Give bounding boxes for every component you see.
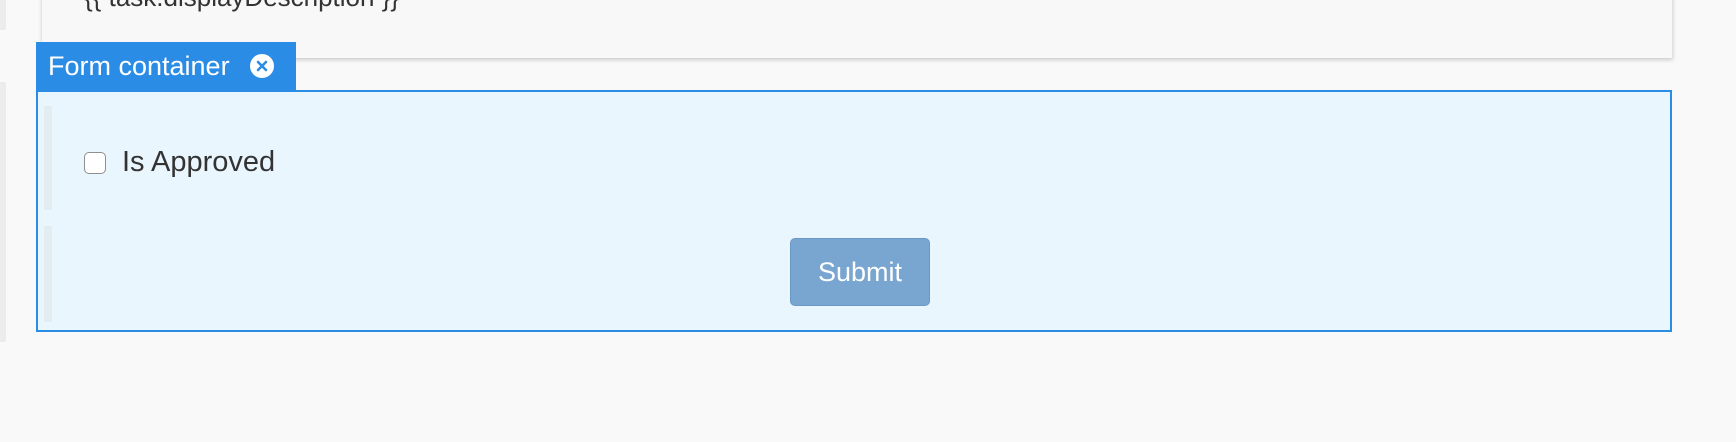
is-approved-label: Is Approved <box>122 146 276 178</box>
row-drag-strip <box>44 226 52 322</box>
left-rail-top <box>0 0 6 30</box>
form-container-tab: Form container <box>36 42 296 90</box>
close-x-glyph <box>256 60 267 72</box>
close-icon[interactable] <box>249 54 274 78</box>
left-rail-bottom <box>0 82 6 342</box>
description-text: {{ task.displayDescription }} <box>84 0 399 13</box>
form-container: Is Approved Submit <box>36 90 1672 332</box>
submit-button[interactable]: Submit <box>790 238 930 306</box>
is-approved-field[interactable]: Is Approved <box>84 146 275 179</box>
is-approved-checkbox[interactable] <box>84 151 106 174</box>
row-drag-strip <box>44 106 52 210</box>
form-container-label: Form container <box>48 50 230 81</box>
